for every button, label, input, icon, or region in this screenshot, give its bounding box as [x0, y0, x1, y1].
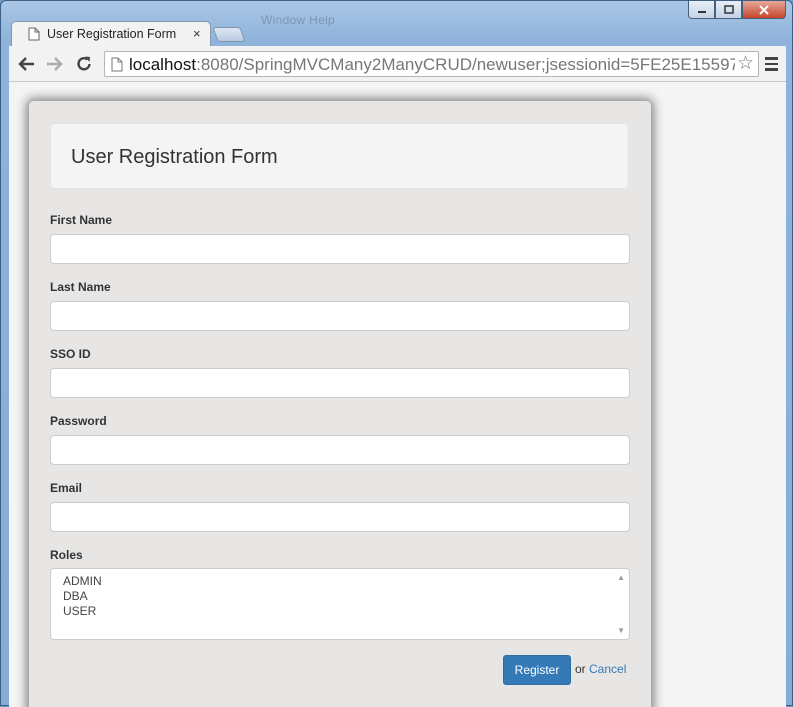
bookmark-star-icon[interactable]: ☆	[734, 54, 754, 74]
window-controls	[688, 1, 786, 21]
maximize-icon	[723, 5, 734, 14]
role-option-user[interactable]: USER	[63, 604, 96, 618]
roles-label: Roles	[50, 548, 83, 562]
url-host: localhost	[129, 55, 197, 74]
back-arrow-icon	[18, 57, 34, 71]
tab-user-registration[interactable]: User Registration Form ×	[11, 21, 211, 47]
password-label: Password	[50, 414, 107, 428]
titlebar-ghost-menu: Window Help	[261, 13, 335, 27]
roles-multiselect[interactable]: ADMIN DBA USER ▲ ▼	[50, 568, 630, 640]
scroll-down-icon[interactable]: ▼	[617, 626, 625, 635]
first-name-label: First Name	[50, 213, 113, 227]
page-icon	[111, 57, 123, 72]
reload-button[interactable]	[73, 53, 95, 75]
register-button[interactable]: Register	[503, 655, 571, 685]
reload-icon	[77, 56, 91, 71]
sso-id-input[interactable]	[50, 368, 630, 398]
form-title: User Registration Form	[71, 146, 278, 168]
close-window-button[interactable]	[742, 1, 786, 19]
sso-id-label: SSO ID	[50, 347, 91, 361]
email-input[interactable]	[50, 502, 630, 532]
url-path: :8080/SpringMVCMany2ManyCRUD/newuser;jse…	[196, 55, 739, 74]
registration-card: User Registration Form First Name Last N…	[29, 101, 651, 707]
minimize-icon	[697, 10, 706, 13]
form-header: User Registration Form	[50, 123, 629, 189]
tab-close-icon[interactable]: ×	[193, 27, 201, 41]
address-bar[interactable]: localhost:8080/SpringMVCMany2ManyCRUD/ne…	[104, 51, 759, 77]
cancel-link[interactable]: Cancel	[589, 662, 626, 676]
email-label: Email	[50, 481, 83, 495]
new-tab-button[interactable]	[212, 27, 246, 42]
browser-window: Window Help User Registration Form × loc…	[0, 0, 793, 707]
hamburger-menu-icon[interactable]	[761, 54, 781, 74]
back-button[interactable]	[15, 53, 37, 75]
maximize-button[interactable]	[715, 1, 742, 19]
forward-arrow-icon	[47, 57, 63, 71]
role-option-admin[interactable]: ADMIN	[63, 574, 102, 588]
role-option-dba[interactable]: DBA	[63, 589, 88, 603]
or-text: or	[575, 662, 586, 676]
first-name-input[interactable]	[50, 234, 630, 264]
forward-button[interactable]	[44, 53, 66, 75]
scroll-up-icon[interactable]: ▲	[617, 573, 625, 582]
close-icon	[759, 4, 769, 15]
browser-toolbar: localhost:8080/SpringMVCMany2ManyCRUD/ne…	[9, 46, 786, 82]
tab-title: User Registration Form	[47, 27, 177, 41]
url-text: localhost:8080/SpringMVCMany2ManyCRUD/ne…	[129, 55, 739, 75]
page-viewport: User Registration Form First Name Last N…	[9, 82, 786, 707]
page-icon	[28, 27, 40, 41]
last-name-label: Last Name	[50, 280, 111, 294]
password-input[interactable]	[50, 435, 630, 465]
minimize-button[interactable]	[688, 1, 715, 19]
last-name-input[interactable]	[50, 301, 630, 331]
